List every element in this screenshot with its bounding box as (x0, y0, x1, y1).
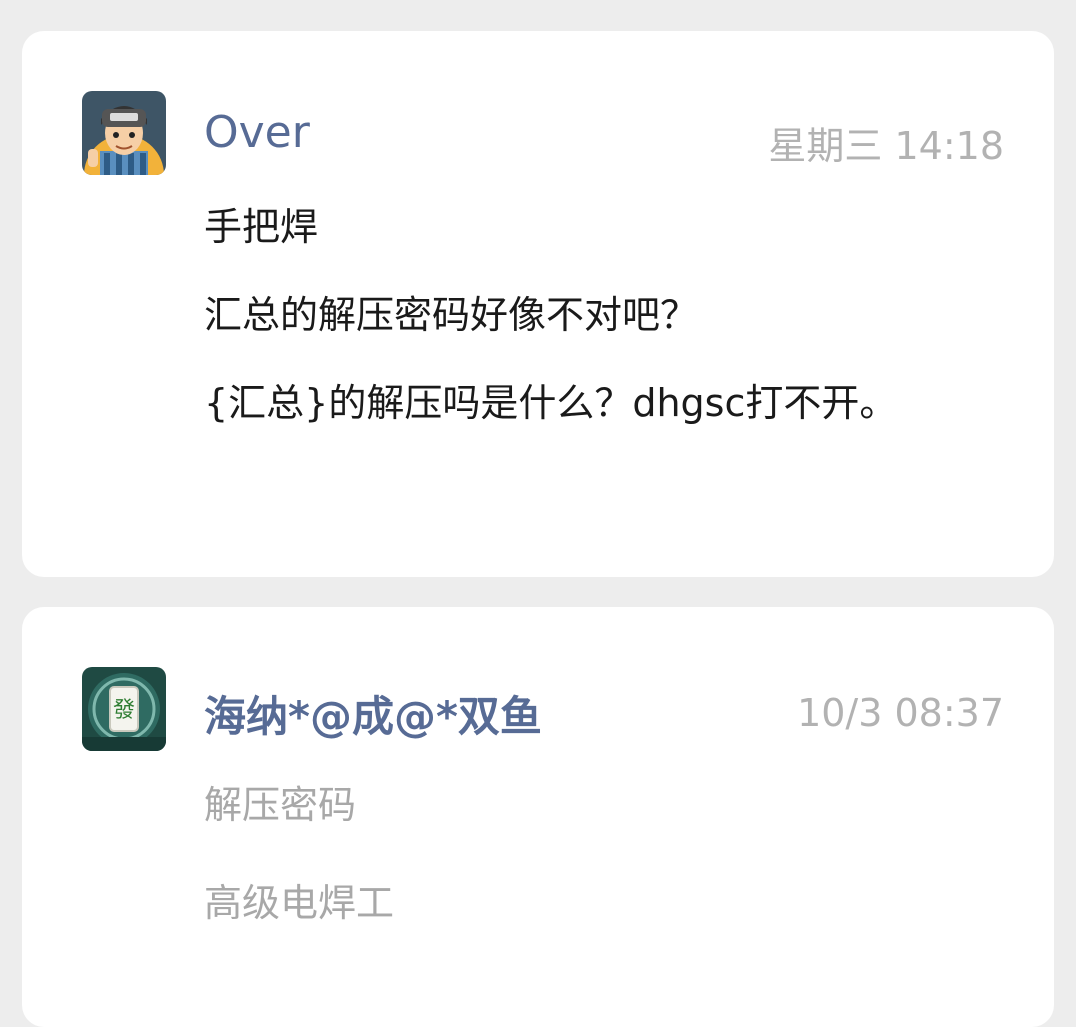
avatar-image (82, 91, 166, 175)
mahjong-fa-tile-avatar-icon[interactable]: 發 (82, 667, 166, 751)
tile-character: 發 (113, 698, 135, 723)
cartoon-boy-avatar-icon[interactable] (82, 91, 166, 175)
message-list: 手把焊 汇总的解压密码好像不对吧？ {汇总}的解压吗是什么？dhgsc打不开。 (204, 201, 994, 465)
timestamp: 10/3 08:37 (797, 691, 1004, 735)
message-text: 解压密码 (204, 783, 357, 827)
message-text: {汇总}的解压吗是什么？dhgsc打不开。 (204, 381, 898, 425)
message-text: 手把焊 (204, 205, 319, 249)
username[interactable]: Over (204, 107, 310, 158)
timestamp: 星期三 14:18 (768, 124, 1004, 168)
username[interactable]: 海纳*@成@*双鱼 (204, 683, 542, 744)
message-list: 解压密码 高级电焊工 (204, 779, 994, 975)
comment-card: Over 星期三 14:18 手把焊 汇总的解压密码好像不对吧？ {汇总}的解压… (22, 31, 1054, 577)
comment-card: 發 海纳*@成@*双鱼 10/3 08:37 解压密码 高级电焊工 (22, 607, 1054, 1027)
message-text: 高级电焊工 (204, 881, 395, 925)
message-text: 汇总的解压密码好像不对吧？ (204, 293, 699, 337)
avatar-image: 發 (82, 667, 166, 751)
